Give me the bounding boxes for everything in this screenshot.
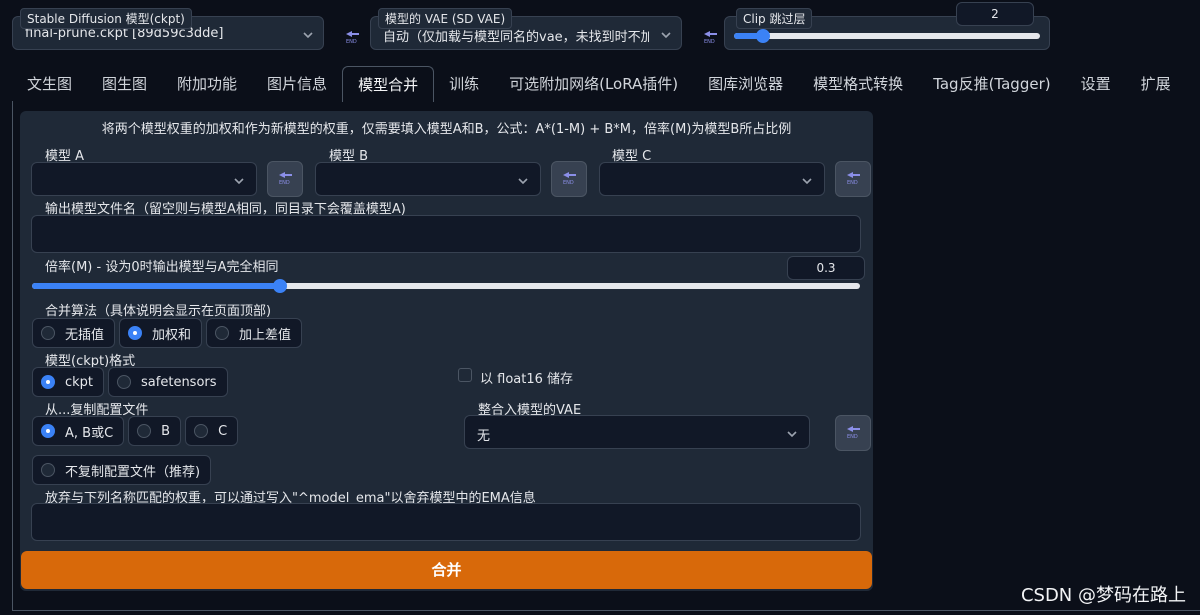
tab-9[interactable]: Tag反推(Tagger) [918,66,1065,102]
multiplier-slider[interactable] [32,279,860,293]
clip-skip-number[interactable]: 2 [956,2,1034,26]
clip-skip-slider[interactable] [734,29,1040,43]
refresh-vae-button[interactable]: END [692,20,728,56]
method-label: 合并算法（具体说明会显示在页面顶部) [45,304,272,319]
format-option[interactable]: ckpt [32,367,105,397]
method-option-label: 加权和 [152,327,192,343]
model-c-select[interactable] [599,162,825,196]
copy-config-option-label: A, B或C [65,425,114,441]
chevron-down-icon [659,27,673,41]
radio-dot [194,424,209,438]
svg-text:END: END [279,180,290,185]
copy-config-option[interactable]: A, B或C [32,416,125,446]
method-radio-group: 无插值 加权和 加上差值 [32,318,303,348]
tab-10[interactable]: 设置 [1066,66,1126,102]
swap-icon: END [844,423,862,443]
refresh-model-a-button[interactable]: END [267,161,303,197]
bake-vae-value: 无 [477,429,491,444]
tab-1[interactable]: 图生图 [87,66,162,102]
radio-dot [215,326,230,340]
tab-8[interactable]: 模型格式转换 [798,66,918,102]
radio-dot [41,326,55,340]
format-option-label: ckpt [65,374,94,390]
refresh-model-c-button[interactable]: END [835,161,871,197]
radio-no-copy-label: 不复制配置文件（推荐) [65,464,201,480]
tab-3[interactable]: 图片信息 [252,66,342,102]
radio-dot [137,424,152,438]
model-b-select[interactable] [315,162,541,196]
chevron-down-icon [800,173,814,187]
tab-7[interactable]: 图库浏览器 [693,66,798,102]
tab-0[interactable]: 文生图 [12,66,87,102]
multiplier-label: 倍率(M) - 设为0时输出模型与A完全相同 [45,260,279,275]
refresh-model-b-button[interactable]: END [551,161,587,197]
radio-dot [41,424,55,438]
format-radio-group: ckpt safetensors [32,367,228,397]
copy-config-option[interactable]: B [128,416,182,446]
chevron-down-icon [785,426,799,440]
svg-text:END: END [704,39,715,44]
clip-label: Clip 跳过层 [736,8,813,29]
swap-icon: END [276,169,294,189]
tab-11[interactable]: 扩展 [1126,66,1186,102]
svg-text:END: END [847,434,858,439]
clip-skip-thumb[interactable] [756,29,770,43]
output-name-input[interactable] [31,215,861,253]
svg-text:END: END [563,180,574,185]
swap-icon: END [560,169,578,189]
chevron-down-icon [516,173,530,187]
tab-5[interactable]: 训练 [434,66,494,102]
merge-description: 将两个模型权重的加权和作为新模型的权重，仅需要填入模型A和B，公式：A*(1-M… [101,122,792,137]
svg-text:END: END [346,39,357,44]
model-a-select[interactable] [31,162,257,196]
swap-icon: END [701,28,719,48]
tab-6[interactable]: 可选附加网络(LoRA插件) [494,66,693,102]
swap-icon: END [343,28,361,48]
method-option[interactable]: 无插值 [32,318,116,348]
tab-2[interactable]: 附加功能 [162,66,252,102]
radio-dot [41,375,55,389]
method-option-label: 无插值 [65,327,105,343]
format-option[interactable]: safetensors [108,367,228,397]
float16-label: 以 float16 储存 [480,372,574,387]
bake-vae-select[interactable]: 无 [464,415,810,449]
vae-label: 模型的 VAE (SD VAE) [378,8,513,29]
ckpt-label: Stable Diffusion 模型(ckpt) [20,8,192,29]
chevron-down-icon [301,27,315,41]
copy-config-option-label: B [161,423,171,439]
multiplier-fill [32,283,281,289]
discard-weights-input[interactable] [31,503,861,541]
method-option[interactable]: 加权和 [119,318,203,348]
radio-dot [41,463,55,477]
no-copy-radio-group: 不复制配置文件（推荐) [32,455,212,485]
multiplier-number[interactable]: 0.3 [787,256,865,280]
radio-dot [117,375,132,389]
radio-no-copy-config[interactable]: 不复制配置文件（推荐) [32,455,212,485]
swap-icon: END [844,169,862,189]
method-option[interactable]: 加上差值 [206,318,303,348]
refresh-bake-vae-button[interactable]: END [835,415,871,451]
float16-checkbox[interactable] [458,368,472,382]
copy-config-option-label: C [218,423,228,439]
refresh-ckpt-button[interactable]: END [334,20,370,56]
chevron-down-icon [232,173,246,187]
watermark: CSDN @梦码在路上 [1020,585,1186,606]
copy-config-option[interactable]: C [185,416,239,446]
radio-dot [128,326,143,340]
copy-config-radio-group: A, B或C B C [32,416,239,446]
merge-button[interactable]: 合并 [21,551,872,589]
method-option-label: 加上差值 [239,327,292,343]
tab-4[interactable]: 模型合并 [342,66,435,102]
format-option-label: safetensors [141,374,217,390]
svg-text:END: END [847,180,858,185]
tab-bar: 文生图 图生图 附加功能 图片信息 模型合并 训练 可选附加网络(LoRA插件) 图库浏览器模… [12,66,1186,102]
